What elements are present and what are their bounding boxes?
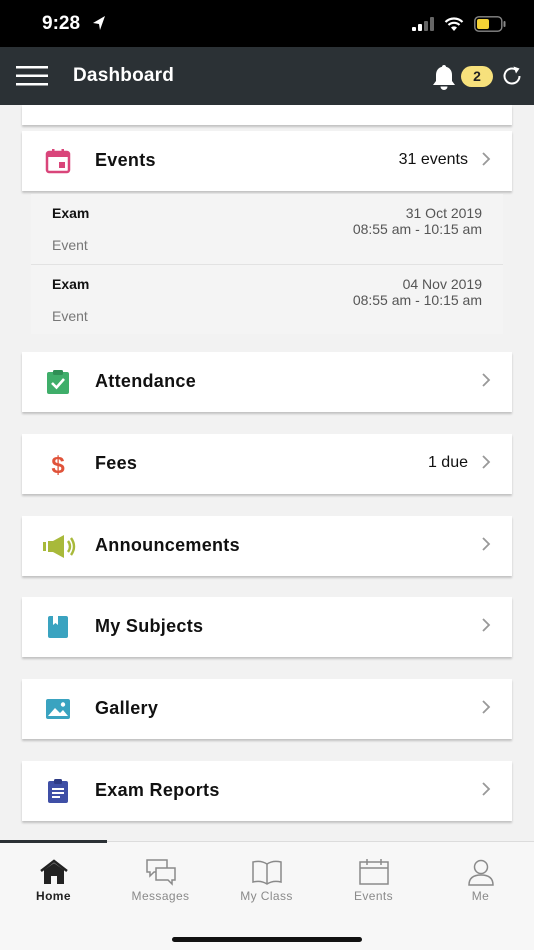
tab-label: Me (471, 889, 490, 903)
fees-due-count: 1 due (427, 454, 468, 471)
event-time: 08:55 am - 10:15 am (352, 292, 482, 308)
megaphone-icon (43, 535, 76, 558)
event-list-item[interactable]: Exam Event 31 Oct 2019 08:55 am - 10:15 … (31, 194, 503, 264)
tab-my-class[interactable]: My Class (213, 842, 320, 912)
clipboard-check-icon (47, 370, 69, 394)
report-clipboard-icon (48, 779, 68, 803)
tab-home[interactable]: Home (0, 842, 107, 912)
event-title: Exam (52, 205, 90, 221)
tab-me[interactable]: Me (427, 842, 534, 912)
gallery-card-label: Gallery (95, 698, 159, 718)
dollar-icon: $ (51, 452, 65, 478)
dashboard-content[interactable]: Events 31 events Exam Event 31 Oct 2019 … (0, 105, 534, 841)
chevron-right-icon (482, 455, 491, 469)
chevron-right-icon (482, 782, 491, 796)
attendance-card-label: Attendance (95, 371, 197, 391)
status-bar: 9:28 (0, 0, 534, 47)
home-indicator (172, 937, 362, 942)
announcements-card[interactable]: Announcements (22, 516, 512, 576)
gallery-card[interactable]: Gallery (22, 679, 512, 739)
status-time: 9:28 (42, 13, 81, 34)
calendar-icon (45, 149, 71, 174)
app-header: Dashboard 2 (0, 47, 534, 105)
events-count: 31 events (398, 151, 468, 168)
image-icon (46, 699, 70, 719)
signal-icon (412, 17, 434, 31)
tab-label: My Class (240, 889, 293, 903)
hamburger-menu-icon[interactable] (16, 66, 48, 86)
exam-reports-card[interactable]: Exam Reports (22, 761, 512, 821)
my-subjects-card[interactable]: My Subjects (22, 597, 512, 657)
svg-text:$: $ (51, 452, 65, 478)
chevron-right-icon (482, 537, 491, 551)
my-subjects-card-label: My Subjects (95, 616, 204, 636)
chevron-right-icon (482, 373, 491, 387)
chevron-right-icon (482, 618, 491, 632)
event-title: Exam (52, 276, 90, 292)
fees-card[interactable]: $ Fees 1 due (22, 434, 512, 494)
tab-label: Events (353, 889, 394, 903)
event-type: Event (52, 308, 88, 324)
user-icon (468, 859, 494, 886)
home-icon (40, 859, 68, 884)
event-date: 31 Oct 2019 (405, 205, 482, 221)
refresh-icon[interactable] (500, 64, 524, 88)
attendance-card[interactable]: Attendance (22, 352, 512, 412)
events-card-label: Events (95, 150, 156, 170)
calendar-outline-icon (359, 859, 389, 885)
fees-card-label: Fees (95, 453, 138, 473)
chevron-right-icon (482, 152, 491, 166)
book-icon (48, 616, 68, 638)
event-date: 04 Nov 2019 (402, 276, 482, 292)
chevron-right-icon (482, 700, 491, 714)
tab-label: Home (36, 889, 71, 903)
page-title: Dashboard (73, 65, 175, 86)
location-arrow-icon (93, 16, 105, 30)
event-list: Exam Event 31 Oct 2019 08:55 am - 10:15 … (31, 194, 503, 334)
event-time: 08:55 am - 10:15 am (352, 221, 482, 237)
wifi-icon (444, 16, 464, 31)
tab-label: Messages (131, 889, 190, 903)
status-icons (412, 15, 506, 33)
open-book-icon (252, 860, 282, 885)
tab-events[interactable]: Events (320, 842, 427, 912)
event-list-item[interactable]: Exam Event 04 Nov 2019 08:55 am - 10:15 … (31, 264, 503, 334)
tab-messages[interactable]: Messages (107, 842, 214, 912)
previous-card-edge (22, 105, 512, 125)
exam-reports-card-label: Exam Reports (95, 780, 220, 800)
event-type: Event (52, 237, 88, 253)
events-card[interactable]: Events 31 events (22, 131, 512, 191)
announcements-card-label: Announcements (95, 535, 240, 555)
chat-bubbles-icon (146, 859, 176, 886)
bottom-tab-bar: Home Messages My Class Events Me (0, 840, 534, 950)
battery-icon (474, 16, 506, 32)
notification-badge[interactable]: 2 (461, 66, 493, 87)
notification-bell-icon[interactable] (430, 63, 458, 91)
